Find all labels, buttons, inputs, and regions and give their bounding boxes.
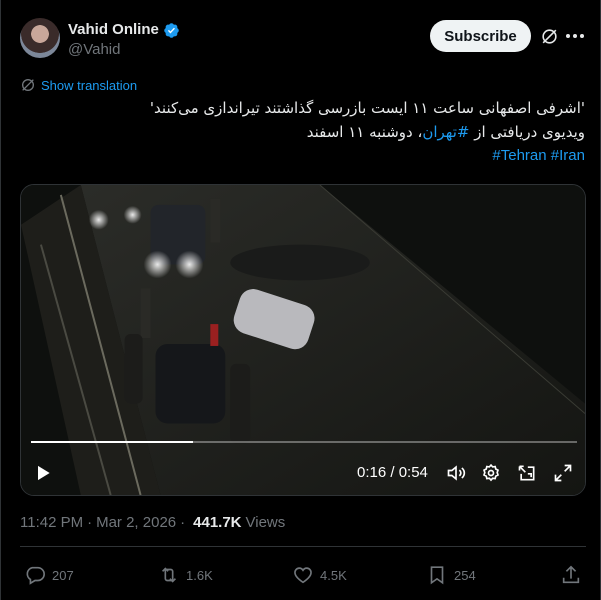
video-progress-fill [31, 441, 193, 443]
share-icon [562, 565, 580, 584]
more-options-icon[interactable] [566, 34, 584, 39]
repost-button[interactable]: 1.6K [158, 564, 213, 586]
verified-badge-icon [164, 23, 179, 38]
play-icon[interactable] [33, 463, 53, 483]
meta-separator: · [87, 514, 93, 531]
tweet-time[interactable]: 11:42 PM [20, 514, 83, 531]
hashtag-iran[interactable]: #Iran [551, 147, 585, 164]
bookmark-count: 254 [454, 567, 476, 583]
tweet-line-1: 'اشرفی اصفهانی ساعت ۱۱ ایست بازرسی گذاشت… [149, 99, 585, 117]
reply-button[interactable]: 207 [24, 564, 74, 586]
heart-icon [294, 567, 312, 584]
author-handle[interactable]: @Vahid [68, 41, 120, 58]
video-frame [21, 185, 585, 495]
bookmark-button[interactable]: 254 [426, 564, 476, 586]
views-count[interactable]: 441.7K [193, 514, 241, 531]
hashtag-tehran[interactable]: #Tehran [492, 147, 546, 164]
author-display-name[interactable]: Vahid Online [68, 21, 159, 38]
subscribe-button[interactable]: Subscribe [430, 20, 531, 52]
settings-icon[interactable] [481, 463, 501, 483]
tweet-line-2-prefix: ویدیوی دریافتی از [469, 123, 585, 141]
tweet-date[interactable]: Mar 2, 2026 [96, 514, 176, 531]
show-translation[interactable]: Show translation [20, 77, 137, 93]
tweet-hashtags: #Tehran #Iran [25, 144, 585, 168]
translate-icon [22, 79, 34, 91]
reply-count: 207 [52, 567, 74, 583]
video-time: 0:16 / 0:54 [357, 464, 428, 481]
share-button[interactable] [560, 564, 588, 586]
like-count: 4.5K [320, 567, 347, 583]
meta-separator-2: · [180, 514, 186, 531]
left-border [0, 0, 1, 600]
video-progress-bar[interactable] [31, 441, 577, 443]
reply-icon [26, 566, 45, 585]
show-translation-link[interactable]: Show translation [41, 78, 137, 93]
avatar[interactable] [20, 18, 60, 58]
fullscreen-icon[interactable] [553, 463, 573, 483]
volume-icon[interactable] [445, 463, 467, 483]
video-player[interactable]: 0:16 / 0:54 [20, 184, 586, 496]
picture-in-picture-icon[interactable] [517, 463, 537, 483]
grok-icon[interactable] [540, 27, 559, 46]
tweet-line-2: ویدیوی دریافتی از #تهران، دوشنبه ۱۱ اسفن… [25, 120, 585, 144]
views-label: Views [245, 514, 286, 531]
hashtag-tehran-fa[interactable]: #تهران [422, 123, 469, 141]
divider [20, 546, 586, 547]
like-button[interactable]: 4.5K [292, 564, 347, 586]
repost-count: 1.6K [186, 567, 213, 583]
tweet-text: 'اشرفی اصفهانی ساعت ۱۱ ایست بازرسی گذاشت… [25, 96, 585, 168]
repost-icon [161, 567, 177, 583]
tweet-line-2-suffix: ، دوشنبه ۱۱ اسفند [306, 123, 423, 141]
bookmark-icon [430, 566, 444, 585]
tweet-meta: 11:42 PM · Mar 2, 2026 · 441.7K Views [20, 514, 285, 531]
